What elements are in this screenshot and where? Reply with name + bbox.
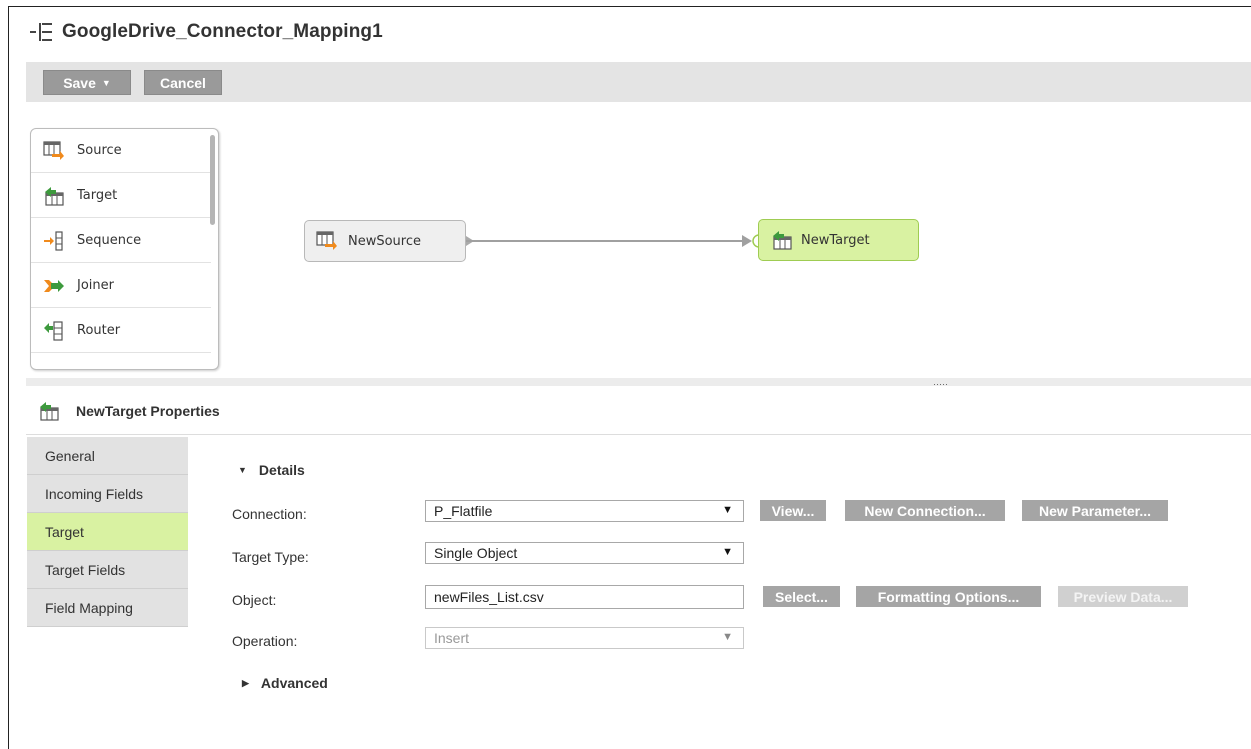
palette-item-joiner[interactable]: Joiner bbox=[31, 264, 211, 308]
target-icon bbox=[40, 402, 59, 421]
target-type-label: Target Type: bbox=[232, 549, 309, 565]
palette-item-target[interactable]: Target bbox=[31, 174, 211, 218]
target-type-select[interactable]: Single Object ▼ bbox=[425, 542, 744, 564]
joiner-icon bbox=[44, 279, 64, 292]
target-node[interactable]: NewTarget bbox=[758, 219, 919, 261]
panel-splitter[interactable]: ····· bbox=[26, 378, 1251, 389]
palette-item-label: Joiner bbox=[77, 278, 114, 293]
toolbar: Save ▼ Cancel bbox=[26, 62, 1251, 102]
caret-down-icon: ▼ bbox=[238, 465, 247, 475]
source-icon bbox=[43, 140, 64, 160]
dropdown-arrow-icon: ▼ bbox=[722, 631, 733, 643]
palette-scrollbar[interactable] bbox=[210, 135, 215, 225]
source-node-label: NewSource bbox=[348, 233, 422, 249]
dropdown-arrow-icon: ▼ bbox=[722, 546, 733, 558]
details-toggle[interactable]: ▼ Details bbox=[238, 462, 305, 478]
palette-item-source[interactable]: Source bbox=[31, 129, 211, 173]
target-icon bbox=[773, 231, 792, 250]
properties-tabs: General Incoming Fields Target Target Fi… bbox=[27, 437, 188, 627]
properties-header: NewTarget Properties bbox=[26, 388, 1251, 435]
target-icon bbox=[45, 186, 64, 206]
operation-label: Operation: bbox=[232, 633, 298, 649]
view-connection-button[interactable]: View... bbox=[760, 500, 826, 521]
page-title: GoogleDrive_Connector_Mapping1 bbox=[62, 21, 383, 42]
transformation-palette: Source Target Sequence Joiner Router bbox=[30, 128, 219, 370]
tab-field-mapping[interactable]: Field Mapping bbox=[27, 589, 188, 627]
preview-data-button[interactable]: Preview Data... bbox=[1058, 586, 1188, 607]
save-button-label: Save bbox=[63, 74, 96, 91]
new-connection-button[interactable]: New Connection... bbox=[845, 500, 1005, 521]
palette-item-router[interactable]: Router bbox=[31, 309, 211, 353]
object-field[interactable]: newFiles_List.csv bbox=[425, 585, 744, 609]
object-label: Object: bbox=[232, 592, 277, 608]
save-button[interactable]: Save ▼ bbox=[43, 70, 131, 95]
object-value: newFiles_List.csv bbox=[434, 589, 544, 605]
operation-value: Insert bbox=[434, 630, 470, 646]
connection-label: Connection: bbox=[232, 506, 307, 522]
formatting-options-button[interactable]: Formatting Options... bbox=[856, 586, 1041, 607]
router-icon bbox=[44, 320, 63, 341]
mapping-canvas[interactable]: Source Target Sequence Joiner Router New… bbox=[26, 114, 1251, 378]
mapping-title-bar: GoogleDrive_Connector_Mapping1 bbox=[30, 18, 383, 46]
target-node-label: NewTarget bbox=[801, 232, 870, 248]
tab-incoming-fields[interactable]: Incoming Fields bbox=[27, 475, 188, 513]
advanced-toggle[interactable]: ▶ Advanced bbox=[242, 675, 328, 691]
dropdown-arrow-icon: ▼ bbox=[722, 504, 733, 516]
target-type-value: Single Object bbox=[434, 545, 518, 561]
tab-general[interactable]: General bbox=[27, 437, 188, 475]
tab-target[interactable]: Target bbox=[27, 513, 188, 551]
source-icon bbox=[316, 231, 337, 250]
sequence-icon bbox=[44, 230, 63, 251]
connection-select[interactable]: P_Flatfile ▼ bbox=[425, 500, 744, 522]
new-parameter-button[interactable]: New Parameter... bbox=[1022, 500, 1168, 521]
details-label: Details bbox=[258, 462, 305, 478]
source-node[interactable]: NewSource bbox=[304, 220, 466, 262]
palette-item-label: Router bbox=[77, 323, 121, 338]
palette-item-label: Sequence bbox=[77, 233, 142, 248]
tab-target-fields[interactable]: Target Fields bbox=[27, 551, 188, 589]
palette-item-label: Target bbox=[77, 188, 118, 203]
chevron-down-icon: ▼ bbox=[101, 77, 111, 88]
operation-select[interactable]: Insert ▼ bbox=[425, 627, 744, 649]
connection-value: P_Flatfile bbox=[434, 503, 493, 519]
cancel-button[interactable]: Cancel bbox=[144, 70, 222, 95]
select-object-button[interactable]: Select... bbox=[763, 586, 840, 607]
advanced-label: Advanced bbox=[260, 675, 328, 691]
menu-toggle-icon[interactable] bbox=[30, 21, 52, 43]
caret-right-icon: ▶ bbox=[242, 677, 249, 688]
palette-item-label: Source bbox=[77, 143, 122, 158]
palette-item-sequence[interactable]: Sequence bbox=[31, 219, 211, 263]
properties-title: NewTarget Properties bbox=[76, 403, 220, 419]
